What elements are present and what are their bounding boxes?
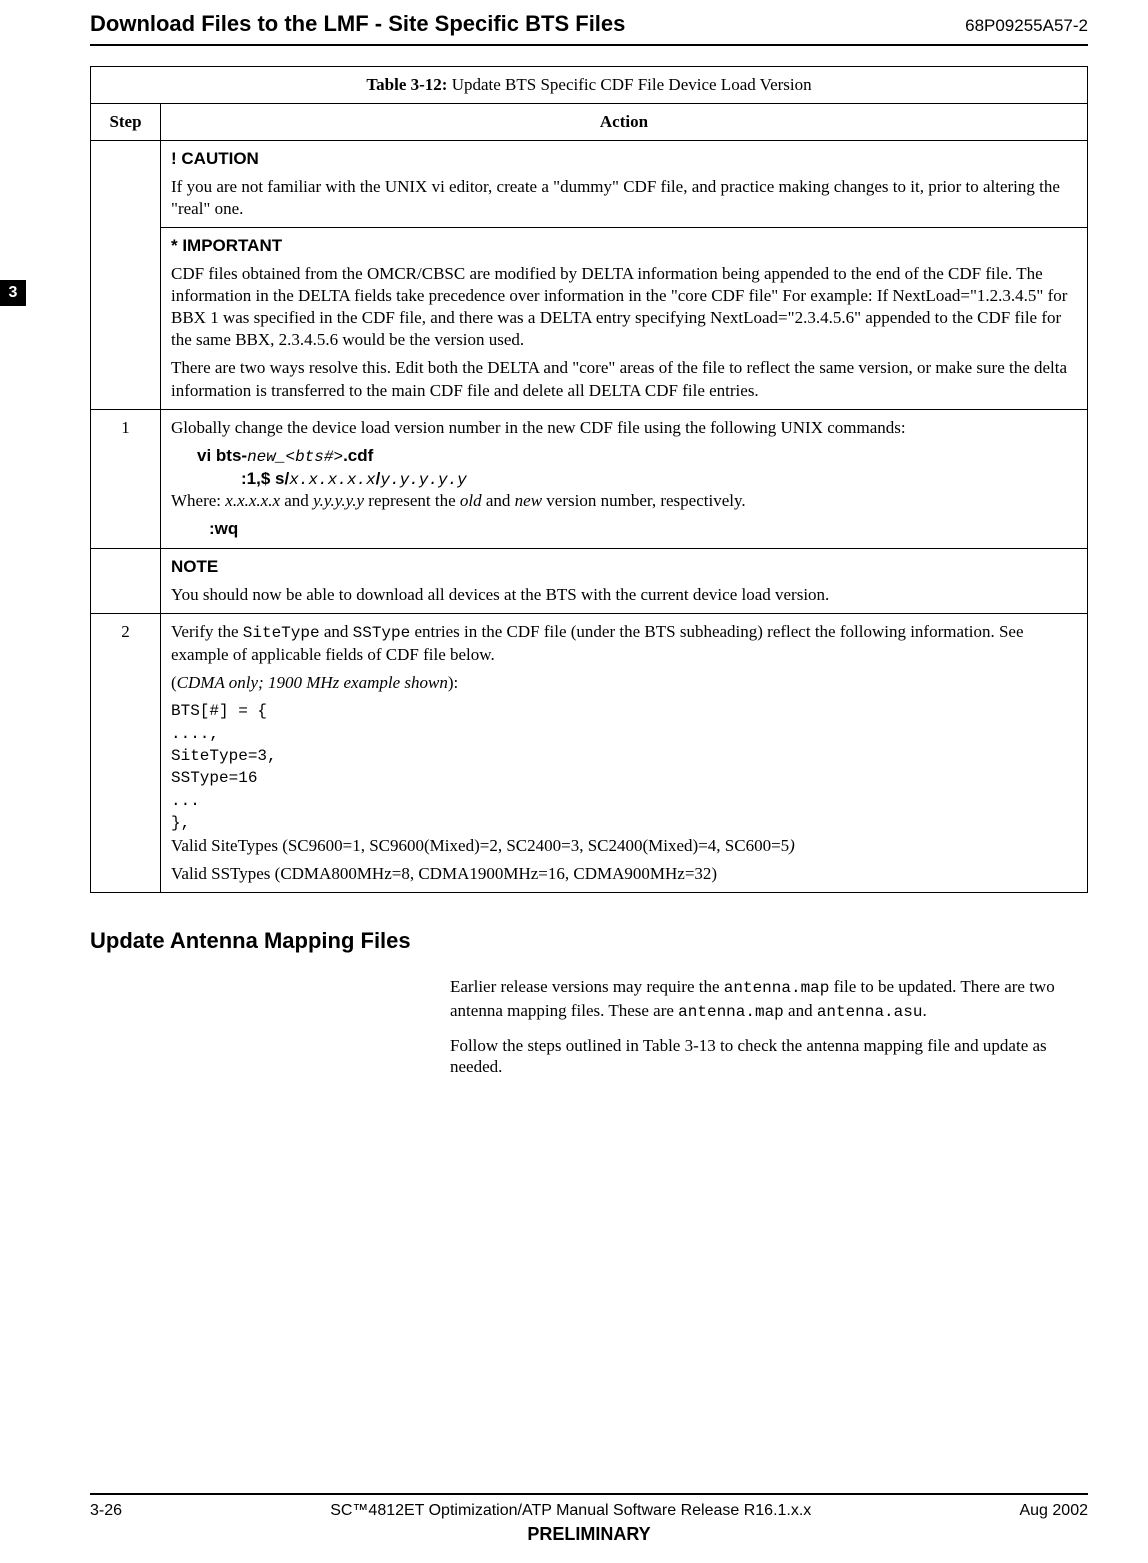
- footer-center: SC™4812ET Optimization/ATP Manual Softwa…: [122, 1501, 1019, 1521]
- footer-preliminary: PRELIMINARY: [90, 1523, 1088, 1546]
- step1-cmd1: vi bts-new_<bts#>.cdf: [197, 445, 1077, 468]
- table-title-text: Update BTS Specific CDF File Device Load…: [452, 75, 812, 94]
- header-right: 68P09255A57-2: [965, 15, 1088, 36]
- top-rule: [90, 44, 1088, 46]
- valid-sitetypes: Valid SiteTypes (SC9600=1, SC9600(Mixed)…: [171, 835, 1077, 857]
- table-row: NOTE You should now be able to download …: [91, 548, 1088, 613]
- section-heading: Update Antenna Mapping Files: [90, 927, 1088, 955]
- section-p2: Follow the steps outlined in Table 3-13 …: [450, 1035, 1088, 1078]
- note-heading: NOTE: [171, 556, 1077, 578]
- table-title-prefix: Table 3-12:: [366, 75, 451, 94]
- step-number: 1: [91, 409, 161, 548]
- step1-cmd2: :1,$ s/x.x.x.x.x/y.y.y.y.y: [241, 468, 1077, 491]
- table-row: 2 Verify the SiteType and SSType entries…: [91, 613, 1088, 892]
- section-p1: Earlier release versions may require the…: [450, 976, 1088, 1023]
- section-body: Earlier release versions may require the…: [450, 976, 1088, 1077]
- step1-where: Where: x.x.x.x.x and y.y.y.y.y represent…: [171, 490, 1077, 512]
- footer-page-number: 3-26: [90, 1501, 122, 1521]
- important-heading: * IMPORTANT: [171, 235, 1077, 257]
- caution-heading: ! CAUTION: [171, 148, 1077, 170]
- footer-rule: [90, 1493, 1088, 1495]
- important-body-1: CDF files obtained from the OMCR/CBSC ar…: [171, 263, 1077, 351]
- step1-intro: Globally change the device load version …: [171, 417, 1077, 439]
- table-row: 1 Globally change the device load versio…: [91, 409, 1088, 548]
- step-number: 2: [91, 613, 161, 892]
- footer-date: Aug 2002: [1019, 1501, 1088, 1521]
- table-row: ! CAUTION If you are not familiar with t…: [91, 140, 1088, 227]
- table-row: * IMPORTANT CDF files obtained from the …: [91, 227, 1088, 409]
- col-header-action: Action: [161, 103, 1088, 140]
- page-footer: 3-26 SC™4812ET Optimization/ATP Manual S…: [90, 1493, 1088, 1546]
- step2-code-block: BTS[#] = { ...., SiteType=3, SSType=16 .…: [171, 700, 1077, 834]
- note-body: You should now be able to download all d…: [171, 584, 1077, 606]
- col-header-step: Step: [91, 103, 161, 140]
- important-body-2: There are two ways resolve this. Edit bo…: [171, 357, 1077, 401]
- table-title-cell: Table 3-12: Update BTS Specific CDF File…: [91, 66, 1088, 103]
- valid-sstypes: Valid SSTypes (CDMA800MHz=8, CDMA1900MHz…: [171, 863, 1077, 885]
- chapter-side-tab: 3: [0, 280, 26, 306]
- header-left: Download Files to the LMF - Site Specifi…: [90, 10, 625, 38]
- step2-subnote: (CDMA only; 1900 MHz example shown):: [171, 672, 1077, 694]
- caution-body: If you are not familiar with the UNIX vi…: [171, 176, 1077, 220]
- step2-intro: Verify the SiteType and SSType entries i…: [171, 621, 1077, 666]
- procedure-table: Table 3-12: Update BTS Specific CDF File…: [90, 66, 1088, 893]
- step1-wq: :wq: [209, 518, 1077, 540]
